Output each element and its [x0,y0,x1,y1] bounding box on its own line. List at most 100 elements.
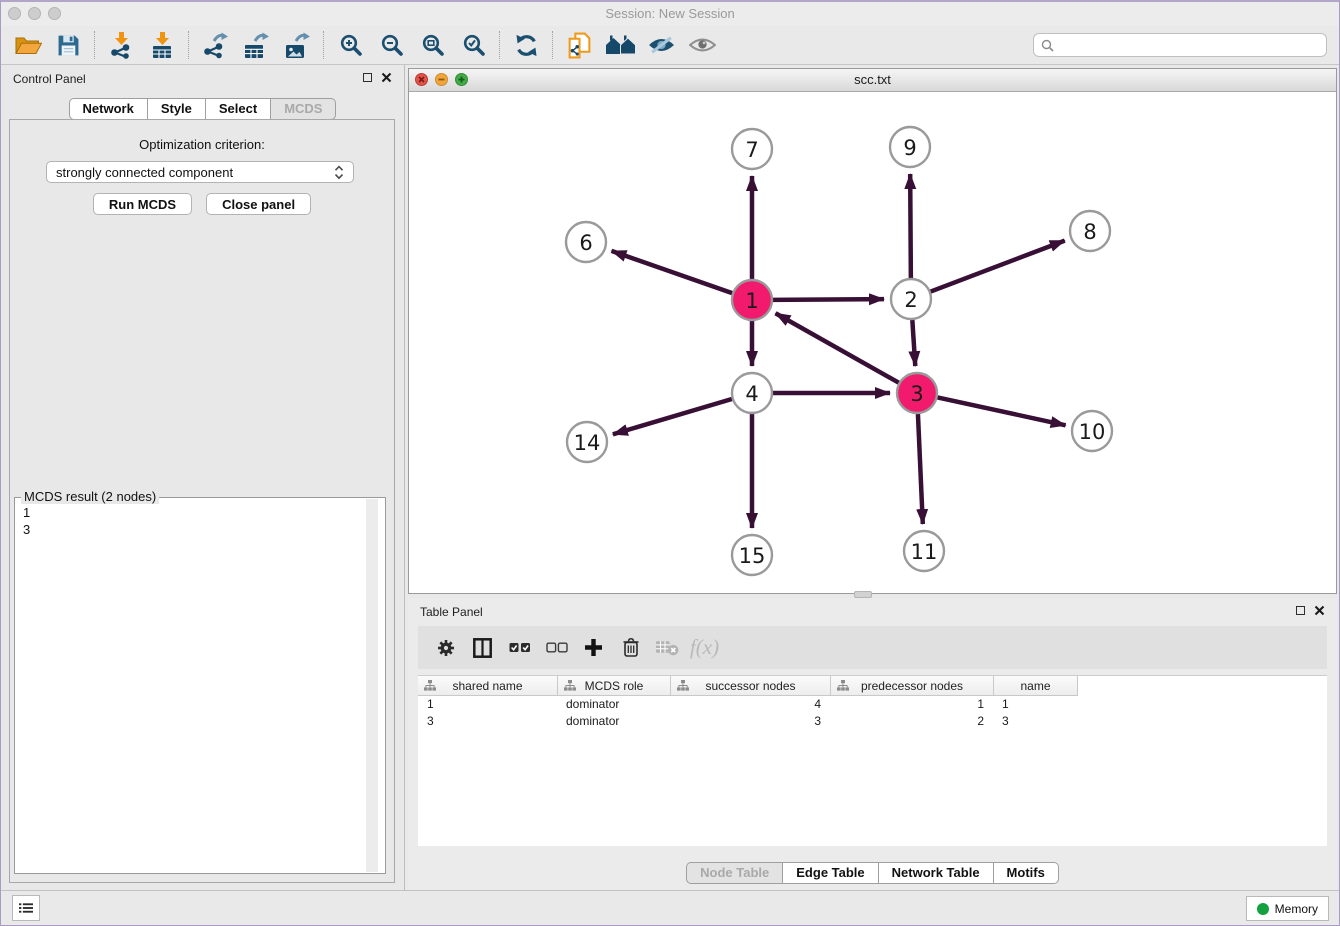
edge-3-1[interactable] [776,313,899,382]
task-history-icon[interactable] [12,895,40,921]
tab-network[interactable]: Network [69,98,148,120]
table-cell[interactable]: 1 [993,696,1077,713]
tab-node-table[interactable]: Node Table [686,862,783,884]
zoom-in-icon[interactable] [330,28,371,62]
node-label-3: 3 [910,382,923,406]
float-panel-icon[interactable] [363,73,372,82]
node-label-10: 10 [1079,420,1106,444]
table-cell[interactable]: dominator [557,713,670,730]
close-panel-button[interactable]: Close panel [206,193,311,215]
node-label-6: 6 [579,231,592,255]
app-window: Session: New Session Control Panel [0,0,1340,926]
gear-icon[interactable] [427,630,464,666]
tab-network-table[interactable]: Network Table [879,862,994,884]
edge-2-9[interactable] [910,174,911,278]
save-floppy-icon[interactable] [48,28,89,62]
result-scrollbar[interactable] [366,499,378,872]
float-table-panel-icon[interactable] [1296,606,1305,615]
control-panel-tabs: Network Style Select MCDS [1,98,404,120]
plus-icon[interactable] [575,630,612,666]
memory-button[interactable]: Memory [1246,896,1329,921]
node-label-4: 4 [745,382,758,406]
tab-mcds[interactable]: MCDS [271,98,336,120]
table-cell[interactable]: 2 [830,713,993,730]
maximize-network-icon[interactable] [455,73,468,86]
control-panel: Control Panel Network Style Select MCDS … [1,65,405,891]
uncheck-all-icon[interactable] [538,630,575,666]
trash-icon[interactable] [612,630,649,666]
tab-style[interactable]: Style [148,98,206,120]
close-network-icon[interactable] [415,73,428,86]
edge-3-10[interactable] [938,397,1066,425]
edge-1-2[interactable] [773,299,884,300]
column-header-successor-nodes[interactable]: successor nodes [670,676,830,695]
edge-2-3[interactable] [912,320,915,366]
hierarchy-icon [677,680,689,694]
table-cell[interactable]: 3 [993,713,1077,730]
tab-motifs[interactable]: Motifs [994,862,1059,884]
node-label-11: 11 [911,540,938,564]
column-header-shared-name[interactable]: shared name [418,676,557,695]
table-cell[interactable]: 3 [418,713,557,730]
edge-3-11[interactable] [918,414,923,524]
refresh-icon[interactable] [506,28,547,62]
zoom-out-icon[interactable] [371,28,412,62]
close-panel-icon[interactable] [381,72,392,83]
node-table: shared nameMCDS rolesuccessor nodesprede… [418,675,1327,846]
optimization-criterion-select[interactable]: strongly connected component [46,161,354,183]
eye-icon[interactable] [682,28,723,62]
network-canvas[interactable]: 7968124314101511 [409,91,1336,593]
edge-1-6[interactable] [611,251,732,293]
tab-select[interactable]: Select [206,98,271,120]
houses-icon[interactable] [600,28,641,62]
table-row[interactable]: 3dominator323 [418,713,1327,730]
splitter-handle[interactable] [854,591,872,598]
mcds-result-lines: 13 [15,498,385,544]
column-header-MCDS-role[interactable]: MCDS role [557,676,670,695]
export-table-icon[interactable] [236,28,277,62]
delete-table-icon[interactable] [649,630,686,666]
table-row[interactable]: 1dominator411 [418,696,1327,713]
column-header-predecessor-nodes[interactable]: predecessor nodes [830,676,993,695]
search-input[interactable] [1054,37,1319,53]
import-table-icon[interactable] [142,28,183,62]
export-image-icon[interactable] [277,28,318,62]
check-all-icon[interactable] [501,630,538,666]
table-panel: Table Panel f(x) shared nameMCDS rolesuc… [408,598,1337,890]
table-cell[interactable]: 3 [670,713,830,730]
columns-icon[interactable] [464,630,501,666]
run-mcds-button[interactable]: Run MCDS [93,193,192,215]
hierarchy-icon [424,680,436,694]
close-table-panel-icon[interactable] [1314,605,1325,616]
network-title: scc.txt [409,69,1336,90]
eye-crossed-icon[interactable] [641,28,682,62]
network-view-window: scc.txt 7968124314101511 [408,68,1337,594]
node-label-1: 1 [745,289,758,313]
zoom-fit-icon[interactable] [412,28,453,62]
mcds-result-legend: MCDS result (2 nodes) [21,489,159,504]
edge-4-14[interactable] [613,399,732,434]
minimize-network-icon[interactable] [435,73,448,86]
optimization-criterion-label: Optimization criterion: [10,137,394,152]
import-network-icon[interactable] [101,28,142,62]
mcds-panel-body: Optimization criterion: strongly connect… [9,119,395,883]
toolbar-separator [552,31,554,59]
toolbar-separator [499,31,501,59]
node-label-8: 8 [1083,220,1096,244]
zoom-selected-icon[interactable] [453,28,494,62]
tab-edge-table[interactable]: Edge Table [783,862,878,884]
export-network-icon[interactable] [195,28,236,62]
table-cell[interactable]: 4 [670,696,830,713]
function-icon[interactable]: f(x) [686,630,723,666]
table-cell[interactable]: dominator [557,696,670,713]
table-cell[interactable]: 1 [830,696,993,713]
copy-document-icon[interactable] [559,28,600,62]
toolbar-separator [94,31,96,59]
table-header-row: shared nameMCDS rolesuccessor nodesprede… [418,676,1078,696]
edge-2-8[interactable] [931,241,1065,292]
open-folder-icon[interactable] [7,28,48,62]
node-label-14: 14 [574,431,601,455]
window-titlebar: Session: New Session [1,2,1339,26]
table-cell[interactable]: 1 [418,696,557,713]
column-header-name[interactable]: name [993,676,1077,695]
